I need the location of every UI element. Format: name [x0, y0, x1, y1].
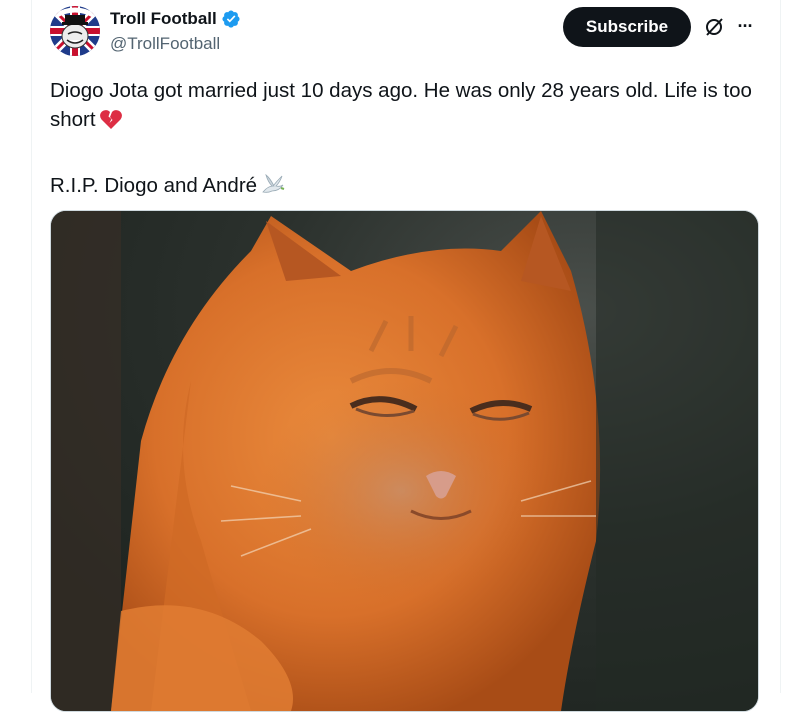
tweet-line-2: R.I.P. Diogo and André — [50, 174, 258, 197]
verified-badge-icon — [221, 9, 241, 29]
dove-emoji — [260, 172, 286, 204]
broken-heart-emoji — [99, 108, 123, 138]
tweet-paragraph-1: Diogo Jota got married just 10 days ago.… — [50, 76, 760, 138]
tweet-line-1: Diogo Jota got married just 10 days ago.… — [50, 79, 752, 131]
troll-football-logo — [50, 6, 100, 56]
more-options-icon[interactable]: ··· — [734, 15, 756, 37]
avatar[interactable] — [50, 6, 100, 56]
subscribe-button[interactable]: Subscribe — [563, 7, 691, 47]
cat-video-thumbnail — [51, 211, 758, 711]
author-handle[interactable]: @TrollFootball — [110, 34, 220, 54]
tweet-paragraph-2: R.I.P. Diogo and André — [50, 171, 760, 204]
tweet-text: Diogo Jota got married just 10 days ago.… — [50, 76, 760, 204]
grok-icon[interactable] — [703, 16, 725, 38]
media-video[interactable] — [50, 210, 759, 712]
author-name[interactable]: Troll Football — [110, 9, 217, 29]
